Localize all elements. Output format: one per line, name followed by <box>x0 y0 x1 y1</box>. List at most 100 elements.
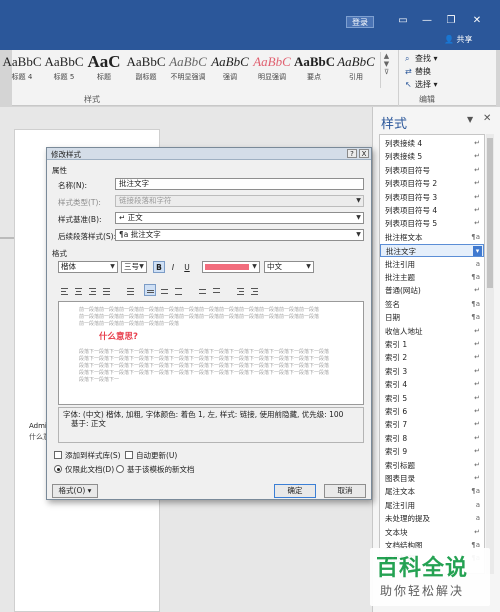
share-button[interactable]: 👤 共享 <box>444 34 473 45</box>
style-menu-dropdown-icon[interactable]: ▾ <box>473 246 482 257</box>
style-list-item[interactable]: 图表目录 ↵ <box>380 472 484 485</box>
styles-scrollbar[interactable] <box>486 134 494 574</box>
dialog-title: 修改样式 <box>51 150 81 159</box>
style-tile-intense-emphasis[interactable]: AaBbC 明显强调 <box>252 52 292 86</box>
space-after-icon[interactable] <box>210 284 222 296</box>
style-list-item[interactable]: 列表项目符号 5 ↵ <box>380 217 484 230</box>
font-select[interactable]: 楷体 ▼ <box>58 261 118 273</box>
distributed-icon[interactable] <box>124 284 136 296</box>
style-list-item[interactable]: 列表项目符号 4 ↵ <box>380 204 484 217</box>
style-list-item[interactable]: 尾注文本 ¶a <box>380 485 484 498</box>
style-list-item-label: 批注引用 <box>385 259 415 269</box>
style-list-item-label: 列表项目符号 3 <box>385 192 438 202</box>
chevron-down-icon: ▼ <box>306 263 311 270</box>
style-list-item[interactable]: 索引 8 ↵ <box>380 432 484 445</box>
style-list-item[interactable]: 索引 5 ↵ <box>380 392 484 405</box>
find-button[interactable]: ⌕ 查找 ▾ <box>405 53 438 65</box>
style-list-item-label: 索引 2 <box>385 353 408 363</box>
style-list-item[interactable]: 批注引用 a <box>380 258 484 271</box>
preview-previous-paragraph: 前一段落前一段落前一段落前一段落前一段落前一段落前一段落前一段落前一段落前一段落… <box>79 321 179 327</box>
name-field[interactable]: 批注文字 <box>115 178 364 190</box>
only-this-document-radio[interactable]: 仅限此文档(D) <box>54 465 114 475</box>
space-before-icon[interactable] <box>196 284 208 296</box>
style-tile-emphasis[interactable]: AaBbC 强调 <box>210 52 250 86</box>
justify-icon[interactable] <box>100 284 112 296</box>
style-tile-subtitle[interactable]: AaBbC 副标题 <box>126 52 166 86</box>
ribbon-display-icon[interactable]: ▭ <box>396 14 410 28</box>
single-spacing-icon[interactable] <box>144 284 156 296</box>
style-list-item[interactable]: 索引 7 ↵ <box>380 418 484 431</box>
double-spacing-icon[interactable] <box>172 284 184 296</box>
close-window-icon[interactable]: ✕ <box>470 14 484 28</box>
style-list-item[interactable]: 批注文字 ▾ <box>380 244 484 258</box>
gallery-more-icon[interactable]: ⊽ <box>381 68 392 76</box>
format-menu-button[interactable]: 格式(O) ▾ <box>52 484 98 498</box>
style-list-item[interactable]: 日期 ¶a <box>380 311 484 324</box>
style-list-item[interactable]: 索引标题 ↵ <box>380 459 484 472</box>
style-list-item[interactable]: 索引 2 ↵ <box>380 351 484 364</box>
gallery-down-icon[interactable]: ▼ <box>381 60 392 68</box>
style-list-item[interactable]: 索引 3 ↵ <box>380 365 484 378</box>
pane-options-icon[interactable]: ▼ <box>467 115 473 124</box>
align-center-icon[interactable] <box>72 284 84 296</box>
style-list-item[interactable]: 列表项目符号 3 ↵ <box>380 191 484 204</box>
following-style-select[interactable]: ¶a 批注文字 ▼ <box>115 229 364 241</box>
new-documents-radio[interactable]: 基于该模板的新文档 <box>116 465 195 475</box>
style-tile-quote[interactable]: AaBbC 引用 <box>336 52 376 86</box>
decrease-indent-icon[interactable] <box>234 284 246 296</box>
based-on-select[interactable]: ↵ 正文 ▼ <box>115 212 364 224</box>
style-tile-heading4[interactable]: AaBbC 标题 4 <box>2 52 42 86</box>
preview-next-paragraph: 段落下一段落下一段落下一段落下一段落下一段落下一段落下一段落下一段落下一段落下一… <box>79 370 330 376</box>
ok-button[interactable]: 确定 <box>274 484 316 498</box>
minimize-icon[interactable]: — <box>420 14 434 28</box>
auto-update-checkbox[interactable]: 自动更新(U) <box>125 451 177 461</box>
style-tile-title[interactable]: AaC 标题 <box>84 52 124 86</box>
style-list-item[interactable]: 普通(网站) ↵ <box>380 284 484 297</box>
one-half-spacing-icon[interactable] <box>158 284 170 296</box>
style-type-icon: ¶a <box>471 232 480 241</box>
login-button[interactable]: 登录 <box>346 16 374 28</box>
select-button[interactable]: ↖ 选择 ▾ <box>405 79 438 91</box>
restore-icon[interactable]: ❐ <box>444 14 458 28</box>
close-icon[interactable]: X <box>359 149 369 158</box>
style-tile-subtle-emphasis[interactable]: AaBbC 不明显强调 <box>168 52 208 86</box>
style-list-item-label: 图表目录 <box>385 474 415 483</box>
style-list-item[interactable]: 索引 9 ↵ <box>380 445 484 458</box>
style-tile-strong[interactable]: AaBbC 要点 <box>294 52 334 86</box>
bold-button[interactable]: B <box>153 261 165 273</box>
add-to-gallery-checkbox[interactable]: 添加到样式库(S) <box>54 451 121 461</box>
style-list-item[interactable]: 文本块 ↵ <box>380 526 484 539</box>
font-size-select[interactable]: 三号 ▼ <box>121 261 147 273</box>
underline-button[interactable]: U <box>181 261 193 273</box>
help-icon[interactable]: ? <box>347 149 357 158</box>
gallery-scroll[interactable]: ▲ ▼ ⊽ <box>380 52 392 88</box>
style-list-item[interactable]: 列表项目符号 ↵ <box>380 164 484 177</box>
style-list-item[interactable]: 索引 4 ↵ <box>380 378 484 391</box>
style-type-icon: ↵ <box>474 206 480 214</box>
style-list-item[interactable]: 批注框文本 ¶a <box>380 231 484 244</box>
style-tile-heading5[interactable]: AaBbC 标题 5 <box>44 52 84 86</box>
style-list-item[interactable]: 收信人地址 ↵ <box>380 325 484 338</box>
style-list-item[interactable]: 尾注引用 a <box>380 499 484 512</box>
align-right-icon[interactable] <box>86 284 98 296</box>
style-list-item-label: 批注主题 <box>385 273 415 282</box>
italic-button[interactable]: I <box>167 261 179 273</box>
cancel-button[interactable]: 取消 <box>324 484 366 498</box>
scrollbar-thumb[interactable] <box>487 138 493 288</box>
style-list-item[interactable]: 列表接续 4 ↵ <box>380 137 484 150</box>
increase-indent-icon[interactable] <box>248 284 260 296</box>
style-list-item[interactable]: 索引 1 ↵ <box>380 338 484 351</box>
close-icon[interactable]: ✕ <box>483 113 491 124</box>
style-list-item[interactable]: 签名 ¶a <box>380 298 484 311</box>
style-list-item[interactable]: 列表项目符号 2 ↵ <box>380 177 484 190</box>
style-list-item[interactable]: 列表接续 5 ↵ <box>380 150 484 163</box>
language-select[interactable]: 中文 ▼ <box>264 261 314 273</box>
align-left-icon[interactable] <box>58 284 70 296</box>
style-list-item[interactable]: 批注主题 ¶a <box>380 271 484 284</box>
replace-button[interactable]: ⇄ 替换 <box>405 66 431 78</box>
style-type-icon: ¶a <box>471 273 480 281</box>
style-list-item[interactable]: 未处理的提及 a <box>380 512 484 525</box>
gallery-up-icon[interactable]: ▲ <box>381 52 392 60</box>
style-list-item[interactable]: 索引 6 ↵ <box>380 405 484 418</box>
font-color-select[interactable]: ▼ <box>202 261 260 273</box>
